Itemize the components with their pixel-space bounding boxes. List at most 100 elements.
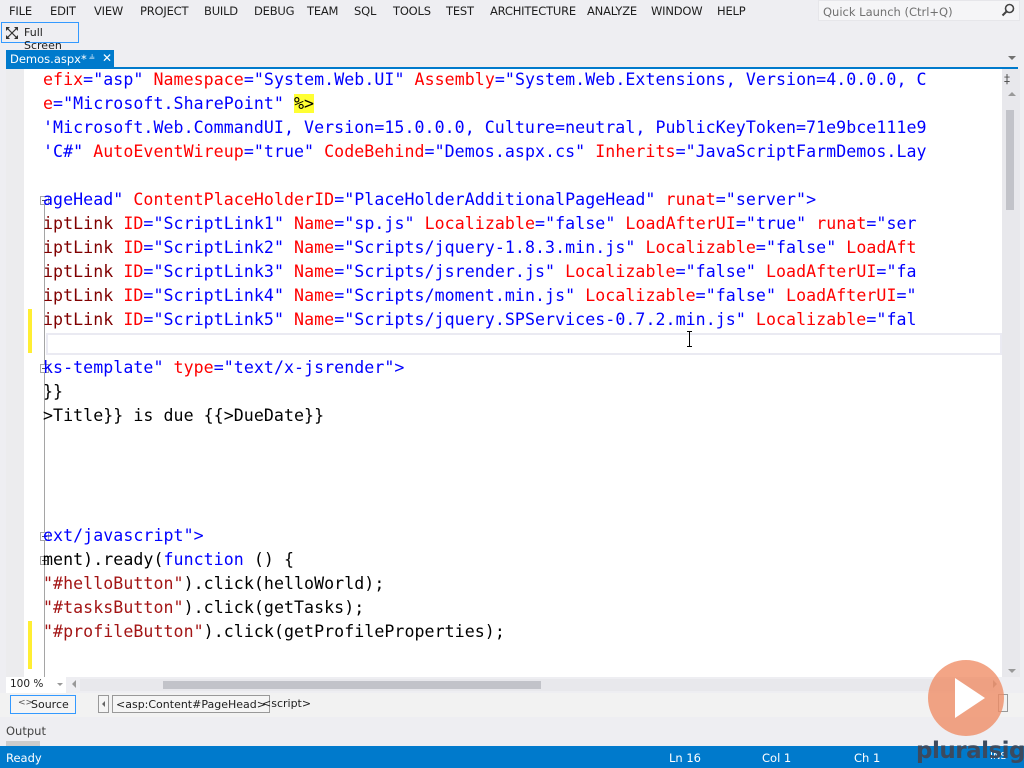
code-token: ageHead"	[43, 190, 134, 209]
source-view-button[interactable]: <> Source	[10, 695, 76, 714]
code-token: Localizable	[585, 286, 696, 305]
code-token: ="Microsoft.SharePoint"	[53, 94, 295, 113]
code-token: iptLink	[43, 238, 124, 257]
scroll-down-icon[interactable]	[1008, 669, 1016, 673]
scroll-up-icon[interactable]	[1008, 92, 1016, 96]
code-line[interactable]: ageHead" ContentPlaceHolderID="PlaceHold…	[43, 189, 816, 211]
code-line[interactable]: }}	[43, 381, 63, 403]
code-token: ="Scripts/jsrender.js"	[334, 262, 566, 281]
code-line[interactable]: 'Microsoft.Web.CommandUI, Version=15.0.0…	[43, 117, 927, 139]
menu-file[interactable]: FILE	[9, 4, 32, 18]
code-token: LoadAft	[846, 238, 917, 257]
status-bar: Ready Ln 16 Col 1 Ch 1 INS	[0, 746, 1024, 768]
tab-demos-aspx[interactable]: Demos.aspx* ⫨ ✕	[6, 50, 114, 68]
search-icon[interactable]	[1001, 3, 1015, 17]
code-token: ="ScriptLink5"	[143, 310, 295, 329]
code-line[interactable]: ment).ready(function () {	[43, 549, 294, 571]
code-token: ="sp.js"	[334, 214, 425, 233]
code-line[interactable]: "#profileButton").click(getProfileProper…	[43, 621, 505, 643]
code-token: ="ScriptLink3"	[143, 262, 295, 281]
code-token: LoadAfterUI	[765, 262, 877, 281]
menu-analyze[interactable]: ANALYZE	[587, 4, 637, 18]
menu-sql[interactable]: SQL	[354, 4, 376, 18]
zoom-level-combo[interactable]: 100 %	[6, 677, 66, 693]
code-token: ="ScriptLink4"	[143, 286, 295, 305]
code-token: Localizable	[424, 214, 536, 233]
menu-build[interactable]: BUILD	[204, 4, 238, 18]
code-line[interactable]: iptLink ID="ScriptLink1" Name="sp.js" Lo…	[43, 213, 917, 235]
menu-project[interactable]: PROJECT	[140, 4, 188, 18]
tab-list-dropdown-icon[interactable]	[1008, 56, 1016, 60]
code-token: Namespace	[153, 70, 244, 89]
close-icon[interactable]: ✕	[102, 51, 112, 65]
code-token: ="PlaceHolderAdditionalPageHead"	[334, 190, 666, 209]
code-token: ="false"	[535, 214, 626, 233]
full-screen-button[interactable]: Full Screen	[1, 22, 79, 52]
code-token: ID	[123, 262, 144, 281]
status-text: Ready	[6, 751, 42, 765]
code-line[interactable]: ext/javascript">	[43, 525, 204, 547]
code-line[interactable]: iptLink ID="ScriptLink4" Name="Scripts/m…	[43, 285, 917, 307]
code-token: Localizable	[565, 262, 676, 281]
code-token: %>	[294, 94, 315, 113]
breadcrumb-scroll-left-icon[interactable]	[98, 695, 109, 713]
code-line[interactable]: iptLink ID="ScriptLink5" Name="Scripts/j…	[43, 309, 917, 331]
char-number: Ch 1	[854, 751, 881, 765]
code-token: Name	[294, 238, 335, 257]
code-token: >Title}} is due {{>DueDate}}	[43, 406, 325, 425]
horizontal-scroll-thumb[interactable]	[163, 681, 541, 689]
code-token: ="System.Web.Extensions, Version=4.0.0.0…	[494, 70, 927, 89]
code-line[interactable]: 'C#" AutoEventWireup="true" CodeBehind="…	[43, 141, 927, 163]
selection-margin	[6, 69, 24, 677]
code-token: iptLink	[43, 214, 124, 233]
menu-test[interactable]: TEST	[446, 4, 474, 18]
code-token: ="false"	[755, 238, 847, 257]
code-line[interactable]: "#tasksButton").click(getTasks);	[43, 597, 364, 619]
menu-bar: FILE EDIT VIEW PROJECT BUILD DEBUG TEAM …	[0, 0, 1024, 22]
menu-team[interactable]: TEAM	[307, 4, 338, 18]
quick-launch-input[interactable]: Quick Launch (Ctrl+Q)	[818, 0, 1020, 21]
code-token: ="ScriptLink2"	[143, 238, 295, 257]
code-line[interactable]: "#helloButton").click(helloWorld);	[43, 573, 384, 595]
code-token: runat	[816, 214, 867, 233]
document-tab-strip: Demos.aspx* ⫨ ✕	[0, 48, 1024, 68]
column-number: Col 1	[762, 751, 792, 765]
menu-help[interactable]: HELP	[717, 4, 746, 18]
code-token: ="asp"	[83, 70, 154, 89]
code-line[interactable]: efix="asp" Namespace="System.Web.UI" Ass…	[43, 69, 927, 91]
menu-view[interactable]: VIEW	[94, 4, 123, 18]
menu-architecture[interactable]: ARCHITECTURE	[490, 4, 576, 18]
code-editor[interactable]: efix="asp" Namespace="System.Web.UI" Ass…	[6, 69, 1002, 677]
code-token: ="	[896, 286, 917, 305]
code-token: Name	[294, 310, 335, 329]
menu-edit[interactable]: EDIT	[50, 4, 76, 18]
breadcrumb-item[interactable]: <asp:Content#PageHead>	[112, 695, 270, 713]
menu-window[interactable]: WINDOW	[651, 4, 703, 18]
current-line-highlight	[46, 333, 1002, 355]
code-line[interactable]: ks-template" type="text/x-jsrender">	[43, 357, 404, 379]
change-indicator	[28, 621, 32, 669]
source-view-label: Source	[31, 698, 69, 711]
vertical-scroll-thumb[interactable]	[1006, 110, 1014, 210]
code-token: ).click(getProfileProperties);	[203, 622, 505, 641]
menu-tools[interactable]: TOOLS	[393, 4, 431, 18]
code-token: LoadAfterUI	[625, 214, 736, 233]
code-line[interactable]: iptLink ID="ScriptLink3" Name="Scripts/j…	[43, 261, 917, 283]
code-token: ="true"	[735, 214, 817, 233]
fullscreen-icon	[6, 27, 18, 39]
menu-debug[interactable]: DEBUG	[254, 4, 295, 18]
pin-icon[interactable]: ⫨	[89, 51, 95, 62]
code-line[interactable]: iptLink ID="ScriptLink2" Name="Scripts/j…	[43, 237, 917, 259]
split-window-handle-icon[interactable]: ‡	[1004, 72, 1010, 86]
scroll-left-icon[interactable]	[72, 680, 76, 688]
output-panel-label[interactable]: Output	[6, 724, 46, 738]
breadcrumb-item[interactable]: <script>	[259, 695, 314, 713]
code-line[interactable]: e="Microsoft.SharePoint" %>	[43, 93, 315, 115]
code-token: runat	[665, 190, 716, 209]
code-line[interactable]: >Title}} is due {{>DueDate}}	[43, 405, 324, 427]
code-token: Inherits	[595, 142, 676, 161]
text-cursor-icon	[687, 331, 692, 347]
code-token: ="true"	[243, 142, 325, 161]
code-token: ID	[123, 286, 144, 305]
code-token: type	[173, 358, 214, 377]
